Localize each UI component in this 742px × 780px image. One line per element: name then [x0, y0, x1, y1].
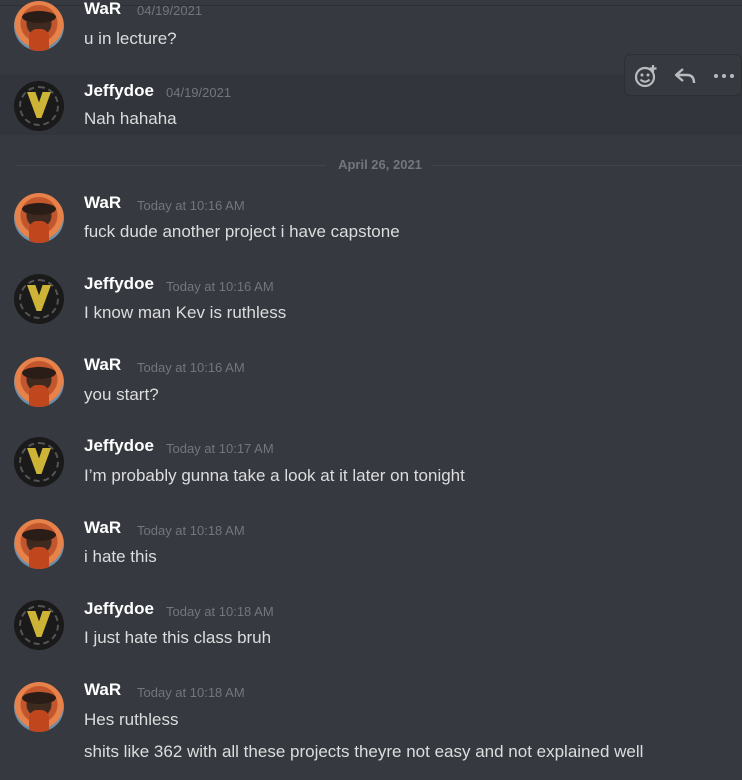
message-item: WaR Today at 10:16 AM you start? — [0, 352, 742, 414]
more-icon[interactable] — [711, 63, 737, 89]
avatar[interactable] — [14, 682, 64, 732]
timestamp: 04/19/2021 — [137, 3, 203, 18]
avatar[interactable] — [14, 357, 64, 407]
username[interactable]: Jeffydoe — [84, 599, 154, 619]
message-item: Jeffydoe Today at 10:16 AM I know man Ke… — [0, 271, 742, 333]
avatar[interactable] — [14, 437, 64, 487]
message-text: I’m probably gunna take a look at it lat… — [84, 466, 465, 485]
timestamp: Today at 10:16 AM — [166, 279, 274, 294]
message-text: u in lecture? — [84, 29, 177, 48]
username[interactable]: WaR — [84, 193, 121, 213]
date-divider-line — [16, 165, 326, 166]
message-text: Hes ruthless — [84, 710, 179, 729]
message-text: shits like 362 with all these projects t… — [84, 742, 644, 761]
timestamp: Today at 10:17 AM — [166, 441, 274, 456]
avatar[interactable] — [14, 274, 64, 324]
message-text: I know man Kev is ruthless — [84, 303, 287, 322]
message-text: I just hate this class bruh — [84, 628, 272, 647]
message-item: WaR Today at 10:18 AM Hes ruthless shits… — [0, 677, 742, 777]
date-divider: April 26, 2021 — [338, 157, 422, 172]
avatar[interactable] — [14, 519, 64, 569]
add-reaction-icon[interactable] — [633, 63, 659, 89]
avatar[interactable] — [14, 193, 64, 243]
timestamp: Today at 10:18 AM — [137, 685, 245, 700]
timestamp: Today at 10:16 AM — [137, 198, 245, 213]
username[interactable]: Jeffydoe — [84, 274, 154, 294]
message-text: fuck dude another project i have capston… — [84, 222, 400, 241]
avatar[interactable] — [14, 81, 64, 131]
username[interactable]: Jeffydoe — [84, 436, 154, 456]
timestamp: 04/19/2021 — [166, 85, 232, 100]
message-item: WaR Today at 10:16 AM fuck dude another … — [0, 190, 742, 252]
message-actions-toolbar — [624, 54, 742, 96]
timestamp: Today at 10:18 AM — [137, 523, 245, 538]
message-item: Jeffydoe Today at 10:17 AM I’m probably … — [0, 433, 742, 495]
message-text: i hate this — [84, 547, 157, 566]
avatar[interactable] — [14, 1, 64, 51]
username[interactable]: WaR — [84, 355, 121, 375]
reply-icon[interactable] — [672, 63, 698, 89]
message-item: Jeffydoe Today at 10:18 AM I just hate t… — [0, 596, 742, 658]
message-text: you start? — [84, 385, 159, 404]
message-item: WaR Today at 10:18 AM i hate this — [0, 515, 742, 577]
username[interactable]: WaR — [84, 0, 121, 19]
avatar[interactable] — [14, 600, 64, 650]
timestamp: Today at 10:16 AM — [137, 360, 245, 375]
timestamp: Today at 10:18 AM — [166, 604, 274, 619]
username[interactable]: WaR — [84, 518, 121, 538]
username[interactable]: WaR — [84, 680, 121, 700]
username[interactable]: Jeffydoe — [84, 81, 154, 101]
date-divider-line — [432, 165, 742, 166]
message-text: Nah hahaha — [84, 109, 177, 128]
